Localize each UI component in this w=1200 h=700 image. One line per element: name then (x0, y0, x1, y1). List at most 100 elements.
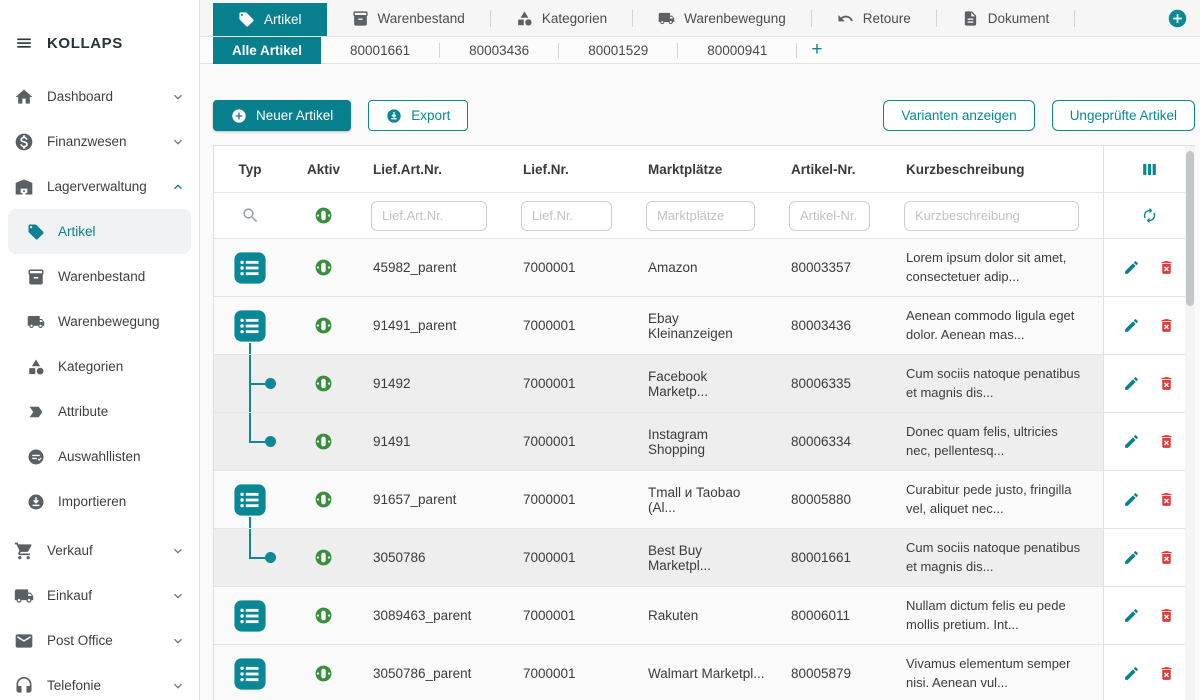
menu-icon[interactable] (14, 34, 34, 52)
refresh-icon[interactable] (1141, 207, 1158, 224)
delete-button[interactable] (1158, 665, 1175, 682)
edit-button[interactable] (1123, 665, 1140, 682)
subtab-alle-artikel[interactable]: Alle Artikel (213, 37, 321, 64)
kurzbeschreibung-cell: Vivamus elementum semper nisi. Aenean vu… (894, 655, 1103, 693)
tab-label: Dokument (988, 11, 1050, 26)
delete-button[interactable] (1158, 259, 1175, 276)
filter-input-artikel-nr[interactable] (789, 201, 870, 231)
return-icon (837, 10, 854, 27)
sidebar-item-importieren[interactable]: Importieren (0, 479, 199, 524)
filter-input-marktpl-tze[interactable] (646, 201, 755, 231)
export-button[interactable]: Export (368, 100, 468, 131)
unchecked-articles-button[interactable]: Ungeprüfte Artikel (1052, 100, 1195, 131)
table-row[interactable]: 91657_parent7000001Tmall и Taobao (Al...… (214, 470, 1194, 528)
artikel-nr-cell: 80005879 (779, 666, 894, 681)
table-row[interactable]: 914927000001Facebook Marketp...80006335C… (214, 354, 1194, 412)
column-header-marktpl-tze: Marktplätze (636, 162, 779, 177)
kurzbeschreibung-cell: Lorem ipsum dolor sit amet, consectetuer… (894, 249, 1103, 287)
sidebar-item-finanzwesen[interactable]: Finanzwesen (0, 119, 199, 164)
tab-warenbewegung[interactable]: Warenbewegung (633, 0, 811, 37)
edit-button[interactable] (1123, 259, 1140, 276)
filter-input-lief-nr[interactable] (521, 201, 612, 231)
parent-article-icon[interactable] (233, 657, 267, 691)
finance-icon (14, 132, 34, 152)
unchecked-articles-label: Ungeprüfte Artikel (1070, 108, 1177, 123)
delete-button[interactable] (1158, 317, 1175, 334)
edit-button[interactable] (1123, 549, 1140, 566)
sidebar-item-artikel[interactable]: Artikel (8, 209, 191, 254)
inventory-icon (27, 268, 45, 286)
cell-value: Curabitur pede justo, fringilla vel, ali… (906, 482, 1071, 516)
subtab-80001661[interactable]: 80001661 (321, 37, 439, 64)
subtab-bar: Alle Artikel8000166180003436800015298000… (200, 37, 1200, 64)
edit-button[interactable] (1123, 375, 1140, 392)
tree-connector-line (249, 413, 251, 443)
table-row[interactable]: 91491_parent7000001Ebay Kleinanzeigen800… (214, 296, 1194, 354)
edit-button[interactable] (1123, 491, 1140, 508)
subtab-80001529[interactable]: 80001529 (559, 37, 677, 64)
parent-article-icon[interactable] (233, 483, 267, 517)
column-header-label: Artikel-Nr. (791, 162, 856, 177)
sidebar-item-auswahllisten[interactable]: Auswahllisten (0, 434, 199, 479)
edit-button[interactable] (1123, 607, 1140, 624)
page-body: Neuer Artikel Export Varianten anzeigen … (200, 64, 1200, 700)
tab-artikel[interactable]: Artikel (213, 3, 327, 36)
delete-button[interactable] (1158, 433, 1175, 450)
sidebar-item-post-office[interactable]: Post Office (0, 618, 199, 663)
parent-article-icon[interactable] (233, 599, 267, 633)
sidebar-item-attribute[interactable]: Attribute (0, 389, 199, 434)
tab-separator (1074, 10, 1075, 27)
tab-dokument[interactable]: Dokument (937, 0, 1075, 37)
brand-row: KOLLAPS (0, 0, 199, 66)
active-toggle-icon[interactable] (314, 206, 333, 225)
edit-button[interactable] (1123, 317, 1140, 334)
table-row[interactable]: 914917000001Instagram Shopping80006334Do… (214, 412, 1194, 470)
subtab-80000941[interactable]: 80000941 (678, 37, 796, 64)
table-filter-row (214, 192, 1194, 238)
aktiv-status-cell (286, 432, 361, 451)
tree-connector-dot (265, 436, 276, 447)
table-row[interactable]: 45982_parent7000001Amazon80003357Lorem i… (214, 238, 1194, 296)
filter-input-kurzbeschreibung[interactable] (904, 201, 1079, 231)
sidebar: KOLLAPS DashboardFinanzwesenLagerverwalt… (0, 0, 200, 700)
table-row[interactable]: 30507867000001Best Buy Marketpl...800016… (214, 528, 1194, 586)
scrollbar-thumb[interactable] (1186, 151, 1194, 306)
sidebar-item-dashboard[interactable]: Dashboard (0, 74, 199, 119)
subtab-80003436[interactable]: 80003436 (440, 37, 558, 64)
tab-warenbestand[interactable]: Warenbestand (327, 0, 490, 37)
edit-button[interactable] (1123, 433, 1140, 450)
delete-button[interactable] (1158, 375, 1175, 392)
columns-icon[interactable] (1141, 161, 1158, 178)
cell-value: Rakuten (648, 608, 698, 623)
table-header-row: TypAktivLief.Art.Nr.Lief.Nr.MarktplätzeA… (214, 146, 1194, 192)
cell-value: Aenean commodo ligula eget dolor. Aenean… (906, 308, 1074, 342)
sidebar-item-kategorien[interactable]: Kategorien (0, 344, 199, 389)
truck-icon (658, 10, 675, 27)
parent-article-icon[interactable] (233, 251, 267, 285)
category-icon (516, 10, 533, 27)
filter-input-lief-art-nr[interactable] (371, 201, 487, 231)
parent-article-icon[interactable] (233, 309, 267, 343)
new-article-button[interactable]: Neuer Artikel (213, 100, 351, 131)
sidebar-item-verkauf[interactable]: Verkauf (0, 528, 199, 573)
table-row[interactable]: 3089463_parent7000001Rakuten80006011Null… (214, 586, 1194, 644)
sidebar-item-warenbewegung[interactable]: Warenbewegung (0, 299, 199, 344)
sidebar-item-lagerverwaltung[interactable]: Lagerverwaltung (0, 164, 199, 209)
tab-retoure[interactable]: Retoure (812, 0, 936, 37)
sidebar-item-label: Kategorien (58, 359, 123, 374)
mail-icon (14, 631, 34, 651)
delete-button[interactable] (1158, 549, 1175, 566)
row-actions (1103, 355, 1194, 412)
tab-kategorien[interactable]: Kategorien (491, 0, 632, 37)
delete-button[interactable] (1158, 491, 1175, 508)
add-subtab-button[interactable]: + (797, 39, 836, 61)
sidebar-item-einkauf[interactable]: Einkauf (0, 573, 199, 618)
lief-art-nr-cell: 91491_parent (361, 318, 511, 333)
delete-button[interactable] (1158, 607, 1175, 624)
add-tab-button[interactable] (1167, 8, 1188, 29)
table-row[interactable]: 3050786_parent7000001Walmart Marketpl...… (214, 644, 1194, 700)
show-variants-button[interactable]: Varianten anzeigen (883, 100, 1034, 131)
sidebar-item-telefonie[interactable]: Telefonie (0, 663, 199, 700)
sidebar-item-warenbestand[interactable]: Warenbestand (0, 254, 199, 299)
typ-cell (214, 645, 286, 700)
